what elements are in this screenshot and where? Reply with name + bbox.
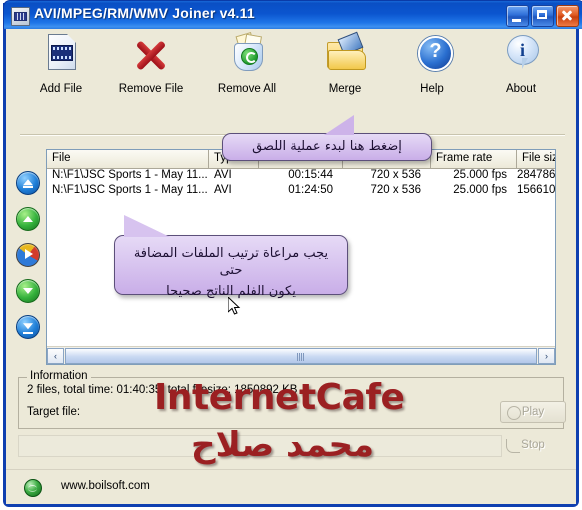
cell-video-size: 720 x 536 bbox=[370, 184, 421, 196]
table-row[interactable]: N:\F1\JSC Sports 1 - May 11... AVI 01:24… bbox=[47, 184, 555, 199]
application-window: AVI/MPEG/RM/WMV Joiner v4.11 Add File Re… bbox=[3, 0, 582, 507]
client-area: Add File Remove File Remove All Merge ? … bbox=[6, 29, 576, 504]
merge-label: Merge bbox=[328, 83, 362, 95]
move-to-bottom-button[interactable] bbox=[16, 315, 40, 339]
stop-button[interactable]: Stop bbox=[500, 435, 566, 457]
remove-file-icon bbox=[126, 33, 176, 79]
cell-time: 00:15:44 bbox=[288, 169, 333, 181]
move-down-button[interactable] bbox=[16, 279, 40, 303]
toolbar: Add File Remove File Remove All Merge ? … bbox=[6, 29, 576, 109]
target-file-field[interactable] bbox=[18, 435, 502, 457]
cell-type: AVI bbox=[214, 169, 232, 181]
add-file-button[interactable]: Add File bbox=[18, 33, 104, 109]
about-label: About bbox=[505, 83, 537, 95]
target-file-label: Target file: bbox=[27, 406, 81, 418]
move-down-icon bbox=[23, 288, 33, 294]
cell-frame-rate: 25.000 fps bbox=[453, 184, 507, 196]
horizontal-scrollbar[interactable]: ‹ › bbox=[47, 346, 555, 364]
close-icon bbox=[557, 6, 578, 26]
merge-hint-callout: إضغط هنا لبدء عملية اللصق bbox=[222, 133, 432, 161]
add-file-icon bbox=[36, 33, 86, 79]
maximize-button[interactable] bbox=[531, 5, 554, 27]
remove-all-button[interactable]: Remove All bbox=[204, 32, 290, 109]
play-button[interactable]: Play bbox=[500, 401, 566, 423]
cell-file-size: 1566107 KB bbox=[517, 184, 555, 196]
column-header-file-size[interactable]: File size bbox=[517, 150, 555, 168]
information-group: Information 2 files, total time: 01:40:3… bbox=[18, 370, 564, 429]
cell-frame-rate: 25.000 fps bbox=[453, 169, 507, 181]
cell-file: N:\F1\JSC Sports 1 - May 11... bbox=[52, 184, 208, 196]
remove-all-icon bbox=[222, 32, 272, 79]
move-up-button[interactable] bbox=[16, 207, 40, 231]
order-hint-line1: يجب مراعاة ترتيب الملفات المضافة حتى bbox=[133, 246, 329, 278]
scrollbar-thumb[interactable] bbox=[65, 347, 537, 364]
information-summary: 2 files, total time: 01:40:35, total fil… bbox=[27, 384, 298, 396]
title-bar[interactable]: AVI/MPEG/RM/WMV Joiner v4.11 bbox=[3, 0, 582, 29]
scrollbar-grip-icon bbox=[297, 352, 305, 361]
scroll-right-button[interactable]: › bbox=[538, 347, 555, 364]
merge-hint-text: إضغط هنا لبدء عملية اللصق bbox=[252, 139, 402, 154]
about-info-icon: i bbox=[496, 33, 546, 79]
merge-folder-icon bbox=[320, 31, 370, 79]
remove-file-label: Remove File bbox=[118, 83, 184, 95]
cell-type: AVI bbox=[214, 184, 232, 196]
remove-file-button[interactable]: Remove File bbox=[108, 33, 194, 109]
stop-icon bbox=[506, 439, 520, 453]
play-button-label: Play bbox=[521, 406, 545, 418]
merge-button[interactable]: Merge bbox=[302, 31, 388, 109]
merge-hint-tail bbox=[324, 115, 354, 135]
status-bar-text[interactable]: www.boilsoft.com bbox=[61, 480, 150, 492]
status-bar: www.boilsoft.com bbox=[6, 469, 576, 504]
app-filmstrip-icon bbox=[11, 7, 30, 26]
about-button[interactable]: i About bbox=[478, 33, 564, 109]
cell-file-size: 284786 KB bbox=[517, 169, 555, 181]
close-button[interactable] bbox=[556, 5, 579, 27]
move-to-top-icon bbox=[23, 179, 33, 186]
preview-button[interactable] bbox=[16, 243, 40, 267]
cell-time: 01:24:50 bbox=[288, 184, 333, 196]
minimize-button[interactable] bbox=[506, 5, 529, 27]
order-hint-callout: يجب مراعاة ترتيب الملفات المضافة حتى يكو… bbox=[114, 235, 348, 299]
order-hint-tail bbox=[124, 215, 170, 237]
help-label: Help bbox=[420, 83, 444, 95]
window-buttons bbox=[506, 5, 579, 27]
minimize-icon bbox=[507, 6, 528, 26]
cell-file: N:\F1\JSC Sports 1 - May 11... bbox=[52, 169, 208, 181]
stop-button-label: Stop bbox=[521, 439, 545, 451]
remove-all-label: Remove All bbox=[217, 83, 277, 95]
move-up-icon bbox=[23, 216, 33, 222]
scrollbar-track[interactable] bbox=[65, 347, 537, 364]
globe-icon bbox=[24, 479, 42, 497]
add-file-label: Add File bbox=[39, 83, 83, 95]
information-legend: Information bbox=[27, 370, 91, 382]
help-question-icon bbox=[407, 33, 457, 79]
table-row[interactable]: N:\F1\JSC Sports 1 - May 11... AVI 00:15… bbox=[47, 169, 555, 184]
cell-video-size: 720 x 536 bbox=[370, 169, 421, 181]
help-button[interactable]: Help bbox=[389, 33, 475, 109]
scroll-left-button[interactable]: ‹ bbox=[47, 347, 64, 364]
maximize-icon bbox=[532, 6, 553, 26]
column-header-file[interactable]: File bbox=[47, 150, 209, 168]
window-title: AVI/MPEG/RM/WMV Joiner v4.11 bbox=[34, 5, 255, 21]
column-header-frame-rate[interactable]: Frame rate bbox=[431, 150, 517, 168]
preview-play-icon bbox=[25, 249, 33, 259]
play-icon bbox=[507, 406, 521, 420]
move-to-bottom-icon bbox=[23, 323, 33, 330]
move-to-top-button[interactable] bbox=[16, 171, 40, 195]
